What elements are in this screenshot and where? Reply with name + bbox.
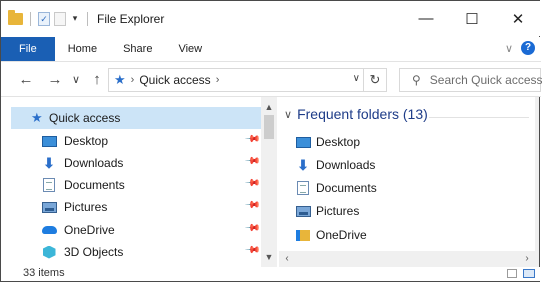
folder-item-label: Desktop: [316, 135, 361, 149]
breadcrumb-chevron-icon[interactable]: ›: [216, 74, 220, 86]
tab-share[interactable]: Share: [110, 37, 165, 61]
ribbon-tabs: File Home Share View ∨ ?: [1, 37, 541, 61]
folder-item-pictures[interactable]: Pictures: [295, 200, 359, 222]
folder-item-onedrive[interactable]: OneDrive: [295, 224, 367, 246]
window-controls: — ☐ ✕: [403, 1, 541, 36]
quick-access-star-icon: ★: [114, 72, 126, 87]
close-button[interactable]: ✕: [495, 1, 541, 36]
details-view-icon[interactable]: [507, 269, 517, 278]
section-title: Frequent folders (13): [297, 106, 428, 122]
sidebar-item-desktop[interactable]: Desktop 📌: [11, 130, 261, 152]
address-dropdown-icon[interactable]: ∨: [353, 73, 360, 84]
tab-home[interactable]: Home: [55, 37, 110, 61]
content-vertical-scrollbar[interactable]: [535, 97, 539, 251]
downloads-icon: ⬇: [43, 154, 55, 171]
sidebar-item-label: Downloads: [64, 156, 124, 170]
sidebar-item-downloads[interactable]: ⬇ Downloads 📌: [11, 152, 261, 174]
downloads-icon: ⬇: [297, 156, 309, 173]
navigation-pane-scrollbar[interactable]: ▲ ▼: [261, 97, 277, 267]
navigation-pane: ★ Quick access Desktop 📌 ⬇ Downloads 📌 D…: [1, 97, 277, 267]
pin-icon: 📌: [243, 242, 261, 259]
scroll-left-icon[interactable]: ‹: [279, 251, 295, 267]
folder-item-documents[interactable]: Documents: [295, 177, 377, 199]
status-bar: 33 items: [1, 267, 541, 281]
3d-objects-icon: [42, 245, 56, 259]
quick-access-toolbar: ✓ ▾: [1, 9, 91, 26]
title-bar: ✓ ▾ File Explorer — ☐ ✕: [1, 1, 541, 36]
toolbar-divider: [87, 11, 88, 26]
folder-item-label: Downloads: [316, 158, 376, 172]
forward-button[interactable]: →: [44, 69, 66, 91]
pin-icon: 📌: [243, 131, 261, 148]
toolbar-divider: [30, 11, 31, 26]
search-icon: ⚲: [412, 73, 421, 87]
onedrive-folder-icon: [296, 229, 310, 241]
folder-item-downloads[interactable]: ⬇ Downloads: [295, 154, 375, 176]
pictures-icon: [295, 205, 311, 217]
large-icons-view-icon[interactable]: [523, 269, 535, 278]
sidebar-item-label: Documents: [64, 178, 125, 192]
sidebar-item-onedrive[interactable]: OneDrive 📌: [11, 219, 261, 241]
pin-icon: 📌: [243, 175, 261, 192]
search-input[interactable]: Search Quick access: [430, 73, 542, 87]
pin-icon: 📌: [243, 197, 261, 214]
refresh-button[interactable]: ↻: [363, 69, 386, 91]
tab-view[interactable]: View: [165, 37, 215, 61]
chevron-down-icon[interactable]: ∨: [284, 108, 292, 121]
desktop-icon: [41, 135, 57, 147]
folder-item-label: OneDrive: [316, 228, 367, 242]
window-title: File Explorer: [97, 11, 165, 26]
sidebar-item-label: Quick access: [49, 111, 121, 125]
content-horizontal-scrollbar[interactable]: ‹ ›: [279, 251, 539, 267]
recent-locations-icon[interactable]: ∨: [65, 69, 87, 91]
content-pane: ∨ Frequent folders (13) Desktop ⬇ Downlo…: [279, 97, 539, 267]
scrollbar-thumb[interactable]: [264, 115, 274, 139]
sidebar-item-label: OneDrive: [64, 223, 115, 237]
pin-icon: 📌: [243, 153, 261, 170]
scroll-up-icon[interactable]: ▲: [261, 99, 277, 115]
section-divider: [429, 117, 529, 118]
sidebar-item-label: 3D Objects: [64, 245, 124, 259]
help-icon[interactable]: ?: [521, 41, 535, 55]
back-button[interactable]: ←: [15, 69, 37, 91]
up-button[interactable]: ↑: [86, 69, 108, 91]
scroll-down-icon[interactable]: ▼: [261, 249, 277, 265]
sidebar-item-3d-objects[interactable]: 3D Objects 📌: [11, 241, 261, 263]
pictures-icon: [41, 201, 57, 213]
sidebar-item-documents[interactable]: Documents 📌: [11, 174, 261, 196]
pin-icon: 📌: [243, 220, 261, 237]
quick-access-star-icon: ★: [31, 110, 43, 125]
sidebar-item-label: Desktop: [64, 134, 109, 148]
folder-item-label: Documents: [316, 181, 377, 195]
sidebar-item-pictures[interactable]: Pictures 📌: [11, 196, 261, 218]
breadcrumb-chevron-icon[interactable]: ›: [131, 74, 135, 86]
navigation-bar: ← → ∨ ↑ ★ › Quick access › ∨ ↻ ⚲ Search …: [1, 61, 542, 97]
search-box[interactable]: ⚲ Search Quick access: [399, 68, 542, 92]
maximize-button[interactable]: ☐: [449, 1, 495, 36]
frequent-folders-header[interactable]: ∨ Frequent folders (13): [284, 106, 428, 122]
address-bar[interactable]: ★ › Quick access › ∨ ↻: [108, 68, 387, 92]
folder-icon[interactable]: [8, 9, 23, 25]
scroll-right-icon[interactable]: ›: [519, 251, 535, 267]
documents-icon: [43, 178, 55, 192]
minimize-button[interactable]: —: [403, 1, 449, 36]
desktop-icon: [295, 136, 311, 148]
properties-icon[interactable]: ✓: [38, 11, 50, 26]
onedrive-icon: [41, 226, 57, 234]
documents-icon: [297, 181, 309, 195]
new-folder-icon[interactable]: [54, 11, 66, 26]
sidebar-item-label: Pictures: [64, 200, 108, 214]
folder-item-desktop[interactable]: Desktop: [295, 131, 360, 153]
breadcrumb-quick-access[interactable]: Quick access: [139, 73, 210, 87]
customize-toolbar-dropdown-icon[interactable]: ▾: [70, 13, 80, 24]
folder-item-label: Pictures: [316, 204, 360, 218]
expand-ribbon-icon[interactable]: ∨: [505, 42, 513, 55]
sidebar-item-quick-access[interactable]: ★ Quick access: [11, 107, 261, 129]
item-count: 33 items: [23, 267, 65, 279]
tab-file[interactable]: File: [1, 37, 55, 61]
